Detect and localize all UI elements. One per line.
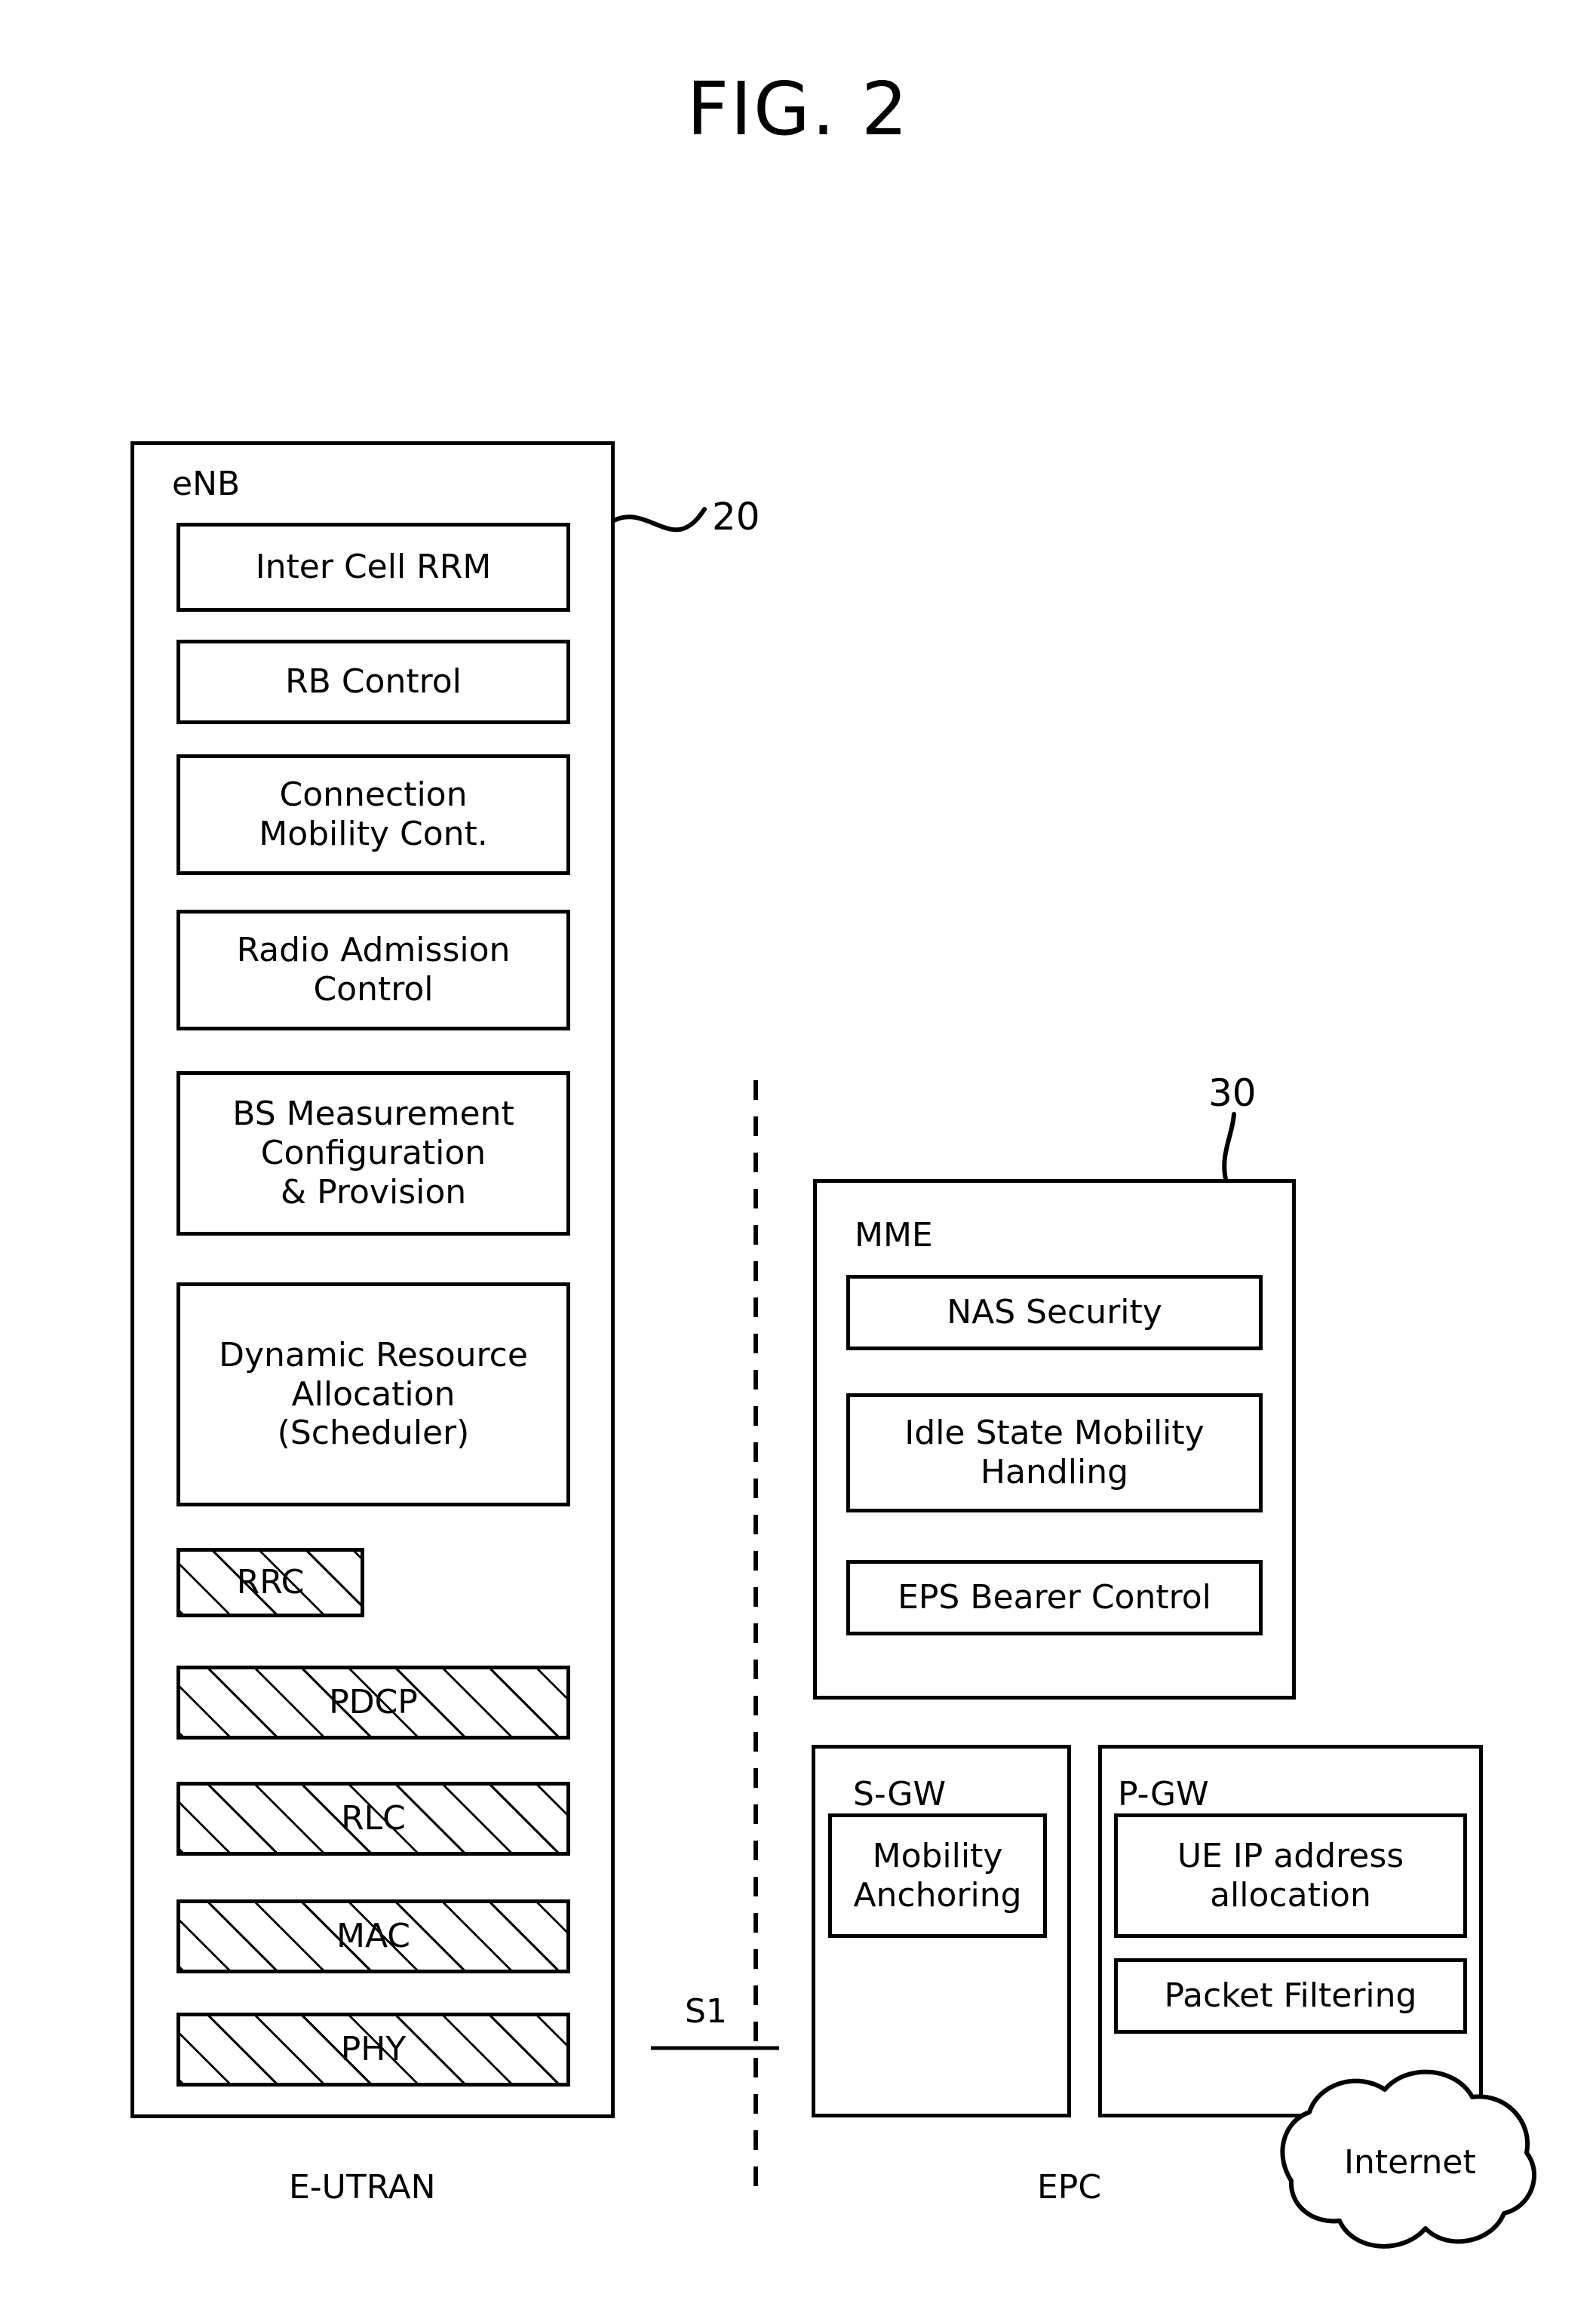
mme-title: MME bbox=[855, 1216, 933, 1254]
enb-block-bs-measurement: BS Measurement Configuration & Provision bbox=[176, 1071, 570, 1236]
enb-protocol-rrc: RRC bbox=[176, 1548, 364, 1617]
mme-block-eps-bearer-control: EPS Bearer Control bbox=[846, 1560, 1263, 1635]
enb-block-connection-mobility-cont-label: Connection Mobility Cont. bbox=[259, 775, 488, 853]
enb-title: eNB bbox=[172, 465, 241, 503]
enb-reference-numeral: 20 bbox=[712, 495, 760, 539]
enb-block-radio-admission-control: Radio Admission Control bbox=[176, 910, 570, 1030]
mme-reference-leader-line bbox=[1222, 1112, 1236, 1181]
enb-protocol-mac-label: MAC bbox=[336, 1917, 410, 1955]
enb-block-radio-admission-control-label: Radio Admission Control bbox=[236, 931, 511, 1009]
enb-protocol-rlc: RLC bbox=[176, 1782, 570, 1856]
enb-block-rb-control: RB Control bbox=[176, 640, 570, 724]
s1-interface-label: S1 bbox=[685, 1992, 727, 2031]
pgw-block-ue-ip-address-allocation: UE IP address allocation bbox=[1114, 1813, 1467, 1938]
pgw-block-packet-filtering-label: Packet Filtering bbox=[1164, 1976, 1417, 2016]
pgw-block-ue-ip-address-allocation-label: UE IP address allocation bbox=[1177, 1836, 1404, 1915]
sgw-block-mobility-anchoring: Mobility Anchoring bbox=[828, 1813, 1047, 1938]
mme-block-nas-security: NAS Security bbox=[846, 1275, 1263, 1350]
enb-block-inter-cell-rrm-label: Inter Cell RRM bbox=[255, 548, 492, 587]
enb-protocol-rlc-label: RLC bbox=[341, 1799, 406, 1838]
mme-reference-numeral: 30 bbox=[1208, 1071, 1257, 1115]
enb-reference-leader-line bbox=[612, 507, 707, 533]
figure-title: FIG. 2 bbox=[686, 66, 910, 152]
pgw-title: P-GW bbox=[1118, 1775, 1209, 1813]
patent-figure: FIG. 2 eNB Inter Cell RRM RB Control Con… bbox=[0, 0, 1596, 2300]
enb-protocol-mac: MAC bbox=[176, 1899, 570, 1973]
enb-block-rb-control-label: RB Control bbox=[285, 662, 462, 702]
internet-cloud-label: Internet bbox=[1344, 2143, 1476, 2182]
enb-block-dynamic-resource-allocation-label: Dynamic Resource Allocation (Scheduler) bbox=[219, 1335, 528, 1453]
mme-block-eps-bearer-control-label: EPS Bearer Control bbox=[898, 1578, 1211, 1617]
sgw-block-mobility-anchoring-label: Mobility Anchoring bbox=[853, 1836, 1022, 1915]
enb-protocol-pdcp-label: PDCP bbox=[329, 1683, 418, 1721]
enb-protocol-phy-label: PHY bbox=[340, 2030, 407, 2068]
pgw-block-packet-filtering: Packet Filtering bbox=[1114, 1958, 1467, 2034]
enb-protocol-pdcp: PDCP bbox=[176, 1666, 570, 1740]
enb-block-inter-cell-rrm: Inter Cell RRM bbox=[176, 523, 570, 612]
enb-block-dynamic-resource-allocation: Dynamic Resource Allocation (Scheduler) bbox=[176, 1282, 570, 1506]
enb-protocol-phy: PHY bbox=[176, 2013, 570, 2087]
epc-domain-label: EPC bbox=[1037, 2168, 1102, 2206]
enb-protocol-rrc-label: RRC bbox=[236, 1563, 305, 1601]
mme-block-nas-security-label: NAS Security bbox=[947, 1293, 1162, 1332]
enb-block-bs-measurement-label: BS Measurement Configuration & Provision bbox=[232, 1095, 514, 1211]
enb-block-connection-mobility-cont: Connection Mobility Cont. bbox=[176, 754, 570, 875]
sgw-title: S-GW bbox=[853, 1775, 947, 1813]
mme-block-idle-state-mobility-handling: Idle State Mobility Handling bbox=[846, 1393, 1263, 1512]
mme-block-idle-state-mobility-handling-label: Idle State Mobility Handling bbox=[904, 1414, 1205, 1491]
eutran-domain-label: E-UTRAN bbox=[289, 2168, 436, 2206]
